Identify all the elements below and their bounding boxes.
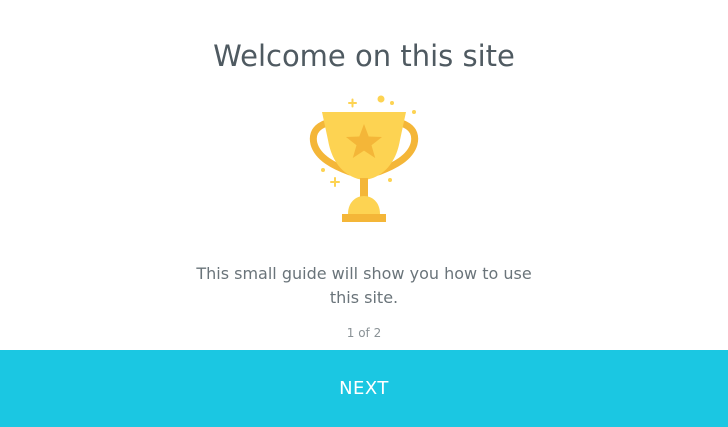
welcome-dialog: Welcome on this site This small guide wi… bbox=[0, 0, 728, 427]
next-button[interactable]: NEXT bbox=[0, 350, 728, 427]
step-counter: 1 of 2 bbox=[346, 326, 382, 340]
trophy-icon bbox=[309, 95, 419, 222]
guide-description: This small guide will show you how to us… bbox=[196, 264, 532, 307]
dialog-title: Welcome on this site bbox=[213, 39, 515, 73]
